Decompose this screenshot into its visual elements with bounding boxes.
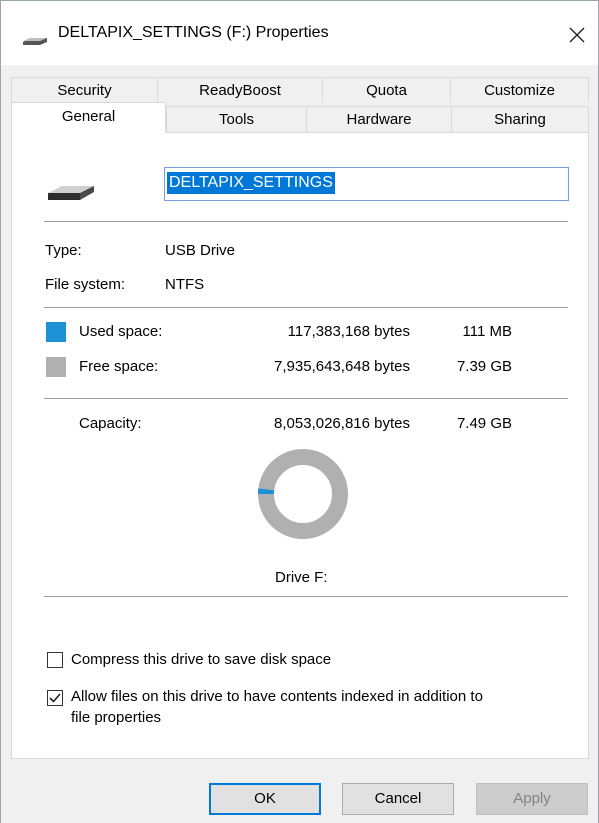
free-space-ring xyxy=(258,449,348,539)
free-space-label: Free space: xyxy=(79,358,159,375)
apply-button[interactable]: Apply xyxy=(476,783,588,815)
separator xyxy=(44,596,568,597)
usb-drive-icon xyxy=(46,180,96,206)
file-system-label: File system: xyxy=(45,276,126,293)
compress-checkbox[interactable] xyxy=(47,652,63,668)
cancel-button[interactable]: Cancel xyxy=(342,783,454,815)
capacity-label: Capacity: xyxy=(79,415,142,432)
type-label: Type: xyxy=(45,242,82,259)
capacity-size: 7.49 GB xyxy=(456,415,512,432)
tab-customize[interactable]: Customize xyxy=(450,77,589,102)
separator xyxy=(44,398,568,399)
drive-name-input[interactable]: DELTAPIX_SETTINGS xyxy=(164,167,569,201)
used-space-bytes: 117,383,168 bytes xyxy=(287,323,410,340)
tab-hardware[interactable]: Hardware xyxy=(306,106,452,132)
separator xyxy=(44,307,568,308)
disk-usage-chart xyxy=(255,446,351,546)
capacity-bytes: 8,053,026,816 bytes xyxy=(274,415,410,432)
type-value: USB Drive xyxy=(165,242,236,259)
drive-name-value: DELTAPIX_SETTINGS xyxy=(167,172,335,194)
free-space-size: 7.39 GB xyxy=(456,358,512,375)
file-system-value: NTFS xyxy=(165,276,205,293)
separator xyxy=(44,221,568,222)
tab-security[interactable]: Security xyxy=(11,77,158,102)
index-label-line2: file properties xyxy=(71,709,162,726)
usb-drive-icon xyxy=(22,33,48,50)
tab-sharing[interactable]: Sharing xyxy=(451,106,589,132)
tab-tools[interactable]: Tools xyxy=(166,106,307,132)
index-label-line1: Allow files on this drive to have conten… xyxy=(71,688,483,705)
index-checkbox[interactable] xyxy=(47,690,63,706)
used-space-label: Used space: xyxy=(79,323,163,340)
close-button[interactable] xyxy=(559,17,595,53)
free-space-bytes: 7,935,643,648 bytes xyxy=(274,358,410,375)
ok-button[interactable]: OK xyxy=(209,783,321,815)
tab-quota[interactable]: Quota xyxy=(322,77,451,102)
checkmark-icon xyxy=(49,693,61,703)
tab-general[interactable]: General xyxy=(11,102,166,133)
tab-readyboost[interactable]: ReadyBoost xyxy=(157,77,323,102)
used-space-swatch xyxy=(46,322,66,342)
compress-label: Compress this drive to save disk space xyxy=(71,651,332,668)
drive-caption: Drive F: xyxy=(275,569,328,586)
free-space-swatch xyxy=(46,357,66,377)
close-icon xyxy=(569,27,585,43)
window-title: DELTAPIX_SETTINGS (F:) Properties xyxy=(58,24,329,41)
used-space-size: 111 MB xyxy=(462,323,512,340)
